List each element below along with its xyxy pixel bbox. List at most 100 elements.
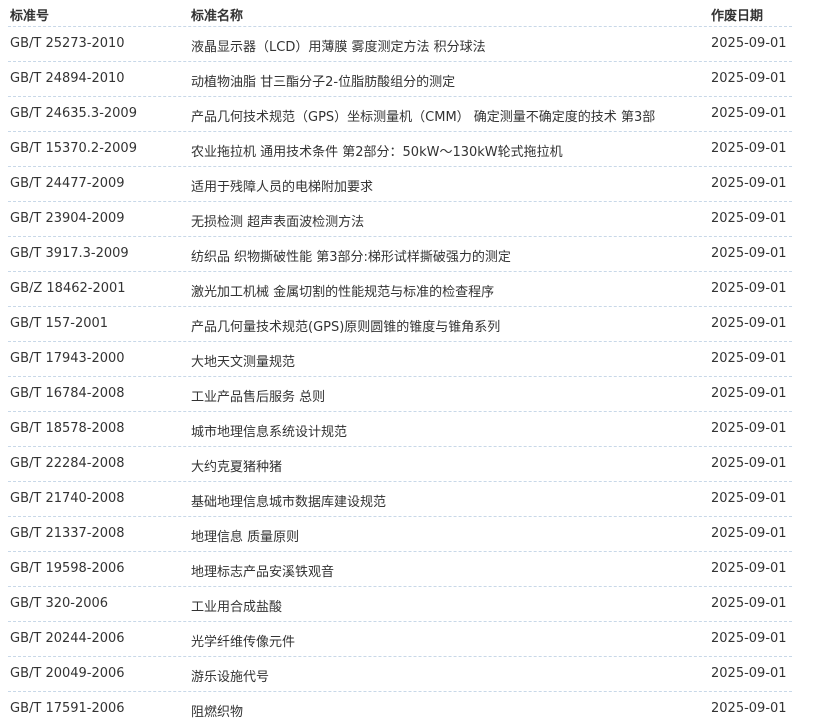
row-separator [8, 61, 792, 62]
standard-code: GB/T 17591-2006 [10, 701, 125, 716]
table-row: GB/T 24894-2010 动植物油脂 甘三酯分子2-位脂肪酸组分的测定 2… [0, 61, 821, 96]
table-row: GB/T 23904-2009 无损检测 超声表面波检测方法 2025-09-0… [0, 201, 821, 236]
header-abolish-date: 作废日期 [711, 9, 764, 24]
row-separator [8, 516, 792, 517]
row-separator [8, 271, 792, 272]
table-row: GB/T 19598-2006 地理标志产品安溪铁观音 2025-09-01 [0, 551, 821, 586]
row-separator [8, 236, 792, 237]
row-separator [8, 656, 792, 657]
abolish-date: 2025-09-01 [711, 281, 787, 296]
standards-table: 标准号 标准名称 作废日期 GB/T 25273-2010 液晶显示器（LCD）… [0, 0, 821, 726]
row-separator [8, 586, 792, 587]
abolish-date: 2025-09-01 [711, 456, 787, 471]
abolish-date: 2025-09-01 [711, 36, 787, 51]
row-separator [8, 446, 792, 447]
table-row: GB/T 15370.2-2009 农业拖拉机 通用技术条件 第2部分：50kW… [0, 131, 821, 166]
standard-name-link[interactable]: 地理标志产品安溪铁观音 [191, 561, 334, 580]
table-row: GB/T 20049-2006 游乐设施代号 2025-09-01 [0, 656, 821, 691]
abolish-date: 2025-09-01 [711, 561, 787, 576]
row-separator [8, 26, 792, 27]
row-separator [8, 306, 792, 307]
standard-code: GB/T 157-2001 [10, 316, 109, 331]
standard-code: GB/T 24635.3-2009 [10, 106, 137, 121]
standard-name-link[interactable]: 基础地理信息城市数据库建设规范 [191, 491, 386, 510]
table-row: GB/T 21337-2008 地理信息 质量原则 2025-09-01 [0, 516, 821, 551]
table-row: GB/T 17943-2000 大地天文测量规范 2025-09-01 [0, 341, 821, 376]
table-row: GB/T 157-2001 产品几何量技术规范(GPS)原则圆锥的锥度与锥角系列… [0, 306, 821, 341]
abolish-date: 2025-09-01 [711, 386, 787, 401]
abolish-date: 2025-09-01 [711, 211, 787, 226]
standard-name-link[interactable]: 游乐设施代号 [191, 666, 269, 685]
standard-code: GB/T 25273-2010 [10, 36, 125, 51]
standard-name-link[interactable]: 工业产品售后服务 总则 [191, 386, 325, 405]
abolish-date: 2025-09-01 [711, 176, 787, 191]
abolish-date: 2025-09-01 [711, 666, 787, 681]
standard-code: GB/T 21337-2008 [10, 526, 125, 541]
standard-name-link[interactable]: 大约克夏猪种猪 [191, 456, 282, 475]
standard-code: GB/T 19598-2006 [10, 561, 125, 576]
standard-name-link[interactable]: 工业用合成盐酸 [191, 596, 282, 615]
abolish-date: 2025-09-01 [711, 316, 787, 331]
standard-code: GB/T 20049-2006 [10, 666, 125, 681]
table-header: 标准号 标准名称 作废日期 [0, 0, 821, 26]
standard-code: GB/T 3917.3-2009 [10, 246, 129, 261]
abolish-date: 2025-09-01 [711, 421, 787, 436]
row-separator [8, 551, 792, 552]
table-row: GB/T 25273-2010 液晶显示器（LCD）用薄膜 雾度测定方法 积分球… [0, 26, 821, 61]
standard-code: GB/T 320-2006 [10, 596, 109, 611]
row-separator [8, 411, 792, 412]
standard-name-link[interactable]: 城市地理信息系统设计规范 [191, 421, 347, 440]
standard-name-link[interactable]: 农业拖拉机 通用技术条件 第2部分：50kW～130kW轮式拖拉机 [191, 141, 563, 160]
abolish-date: 2025-09-01 [711, 71, 787, 86]
abolish-date: 2025-09-01 [711, 491, 787, 506]
table-row: GB/T 20244-2006 光学纤维传像元件 2025-09-01 [0, 621, 821, 656]
row-separator [8, 481, 792, 482]
standard-name-link[interactable]: 液晶显示器（LCD）用薄膜 雾度测定方法 积分球法 [191, 36, 486, 55]
abolish-date: 2025-09-01 [711, 246, 787, 261]
row-separator [8, 201, 792, 202]
row-separator [8, 341, 792, 342]
abolish-date: 2025-09-01 [711, 701, 787, 716]
row-separator [8, 621, 792, 622]
abolish-date: 2025-09-01 [711, 141, 787, 156]
standard-code: GB/T 16784-2008 [10, 386, 125, 401]
abolish-date: 2025-09-01 [711, 526, 787, 541]
standard-name-link[interactable]: 无损检测 超声表面波检测方法 [191, 211, 364, 230]
standard-code: GB/T 24477-2009 [10, 176, 125, 191]
standard-code: GB/T 22284-2008 [10, 456, 125, 471]
table-row: GB/T 24635.3-2009 产品几何技术规范（GPS）坐标测量机（CMM… [0, 96, 821, 131]
abolish-date: 2025-09-01 [711, 631, 787, 646]
standard-code: GB/T 15370.2-2009 [10, 141, 137, 156]
standard-code: GB/T 18578-2008 [10, 421, 125, 436]
row-separator [8, 96, 792, 97]
standard-name-link[interactable]: 大地天文测量规范 [191, 351, 295, 370]
abolish-date: 2025-09-01 [711, 106, 787, 121]
standard-code: GB/T 23904-2009 [10, 211, 125, 226]
row-separator [8, 376, 792, 377]
table-row: GB/T 22284-2008 大约克夏猪种猪 2025-09-01 [0, 446, 821, 481]
standard-name-link[interactable]: 动植物油脂 甘三酯分子2-位脂肪酸组分的测定 [191, 71, 455, 90]
table-body: GB/T 25273-2010 液晶显示器（LCD）用薄膜 雾度测定方法 积分球… [0, 26, 821, 726]
standard-name-link[interactable]: 适用于残障人员的电梯附加要求 [191, 176, 373, 195]
table-row: GB/Z 18462-2001 激光加工机械 金属切割的性能规范与标准的检查程序… [0, 271, 821, 306]
standard-name-link[interactable]: 产品几何量技术规范(GPS)原则圆锥的锥度与锥角系列 [191, 316, 500, 335]
standard-name-link[interactable]: 地理信息 质量原则 [191, 526, 299, 545]
standard-name-link[interactable]: 纺织品 织物撕破性能 第3部分:梯形试样撕破强力的测定 [191, 246, 511, 265]
standard-name-link[interactable]: 光学纤维传像元件 [191, 631, 295, 650]
row-separator [8, 131, 792, 132]
abolish-date: 2025-09-01 [711, 596, 787, 611]
standard-name-link[interactable]: 阻燃织物 [191, 701, 243, 720]
table-row: GB/T 3917.3-2009 纺织品 织物撕破性能 第3部分:梯形试样撕破强… [0, 236, 821, 271]
row-separator [8, 691, 792, 692]
standard-name-link[interactable]: 激光加工机械 金属切割的性能规范与标准的检查程序 [191, 281, 494, 300]
standard-code: GB/Z 18462-2001 [10, 281, 126, 296]
table-row: GB/T 16784-2008 工业产品售后服务 总则 2025-09-01 [0, 376, 821, 411]
standard-code: GB/T 17943-2000 [10, 351, 125, 366]
table-row: GB/T 17591-2006 阻燃织物 2025-09-01 [0, 691, 821, 726]
header-standard-code: 标准号 [10, 9, 50, 24]
table-row: GB/T 21740-2008 基础地理信息城市数据库建设规范 2025-09-… [0, 481, 821, 516]
header-standard-name: 标准名称 [191, 9, 244, 24]
table-row: GB/T 24477-2009 适用于残障人员的电梯附加要求 2025-09-0… [0, 166, 821, 201]
standard-name-link[interactable]: 产品几何技术规范（GPS）坐标测量机（CMM） 确定测量不确定度的技术 第3部 [191, 106, 655, 125]
table-row: GB/T 18578-2008 城市地理信息系统设计规范 2025-09-01 [0, 411, 821, 446]
